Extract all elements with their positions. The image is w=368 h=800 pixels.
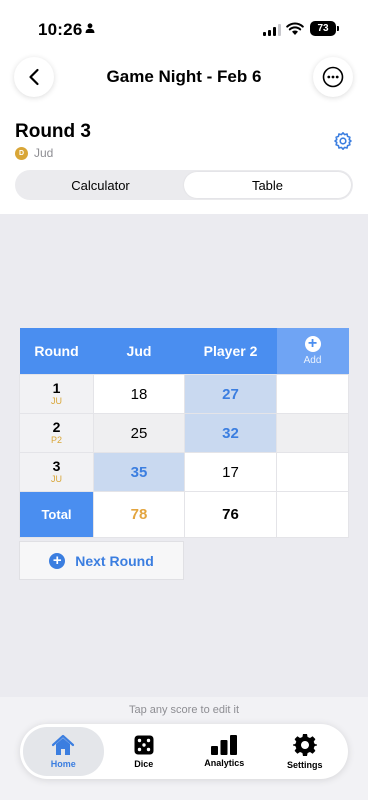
round-cell: 3 JU <box>19 452 94 492</box>
chevron-left-icon <box>29 68 39 86</box>
plus-circle-icon: + <box>304 336 321 352</box>
cellular-signal-icon <box>263 24 281 36</box>
empty-cell <box>276 491 349 538</box>
score-cell[interactable]: 25 <box>93 413 185 453</box>
score-cell-winner[interactable]: 35 <box>93 452 185 492</box>
tab-home-label: Home <box>50 759 76 769</box>
bar-chart-icon <box>211 735 238 755</box>
tab-dice[interactable]: Dice <box>104 727 185 776</box>
tab-dice-label: Dice <box>134 759 154 769</box>
tab-analytics[interactable]: Analytics <box>184 727 265 776</box>
add-player-button[interactable]: + Add <box>276 328 349 375</box>
empty-cell <box>276 374 349 414</box>
total-row: Total 78 76 <box>19 491 349 538</box>
score-cell-winner[interactable]: 32 <box>184 413 277 453</box>
house-icon <box>52 734 75 755</box>
player-jud-header[interactable]: Jud <box>93 328 185 375</box>
tab-home[interactable]: Home <box>23 727 104 776</box>
plus-circle-icon: + <box>49 552 66 569</box>
round-dealer: JU <box>51 396 62 406</box>
table-tab[interactable]: Table <box>184 172 351 198</box>
player-2-header[interactable]: Player 2 <box>184 328 277 375</box>
round-title: Round 3 <box>15 121 91 142</box>
person-icon <box>85 23 95 33</box>
tab-bar: Home Dice Analytics Settings <box>20 724 348 779</box>
empty-cell <box>276 452 349 492</box>
score-cell[interactable]: 18 <box>93 374 185 414</box>
next-round-button[interactable]: + Next Round <box>19 541 184 580</box>
dice-icon <box>134 735 154 755</box>
page-title: Game Night - Feb 6 <box>106 67 262 86</box>
status-time: 10:26 <box>38 20 83 39</box>
round-column-header: Round <box>19 328 94 375</box>
dealer-indicator: D Jud <box>15 146 53 160</box>
round-dealer: P2 <box>50 435 62 445</box>
score-cell[interactable]: 17 <box>184 452 277 492</box>
wifi-icon <box>286 22 304 35</box>
round-settings-button[interactable] <box>333 131 353 156</box>
gear-icon <box>334 132 352 150</box>
total-label: Total <box>19 491 94 538</box>
back-button[interactable] <box>14 57 54 97</box>
score-cell-winner[interactable]: 27 <box>184 374 277 414</box>
calculator-tab[interactable]: Calculator <box>17 172 184 198</box>
empty-cell <box>276 413 349 453</box>
table-row: 1 JU 18 27 <box>19 374 349 414</box>
tab-analytics-label: Analytics <box>204 758 245 768</box>
tab-settings[interactable]: Settings <box>265 727 346 776</box>
total-player-2: 76 <box>184 491 277 538</box>
gear-icon <box>292 734 317 756</box>
battery-icon: 73 <box>310 21 339 36</box>
dealer-name: Jud <box>34 146 54 160</box>
status-bar: 10:26 73 <box>0 0 368 56</box>
add-player-label: Add <box>303 355 322 366</box>
round-cell: 1 JU <box>19 374 94 414</box>
ellipsis-circle-icon <box>322 66 344 88</box>
view-toggle: Calculator Table <box>15 170 353 200</box>
tab-settings-label: Settings <box>286 760 323 770</box>
round-number: 3 <box>52 458 61 474</box>
dealer-badge: D <box>15 146 28 160</box>
round-dealer: JU <box>51 474 62 484</box>
table-row: 2 P2 25 32 <box>19 413 349 453</box>
next-round-label: Next Round <box>75 552 154 569</box>
score-table: Round Jud Player 2 + Add 1 JU 18 27 2 P2… <box>19 328 349 538</box>
round-cell: 2 P2 <box>19 413 94 453</box>
table-row: 3 JU 35 17 <box>19 452 349 492</box>
round-number: 1 <box>52 380 61 396</box>
total-jud: 78 <box>93 491 185 538</box>
more-options-button[interactable] <box>313 57 353 97</box>
round-number: 2 <box>52 419 61 435</box>
